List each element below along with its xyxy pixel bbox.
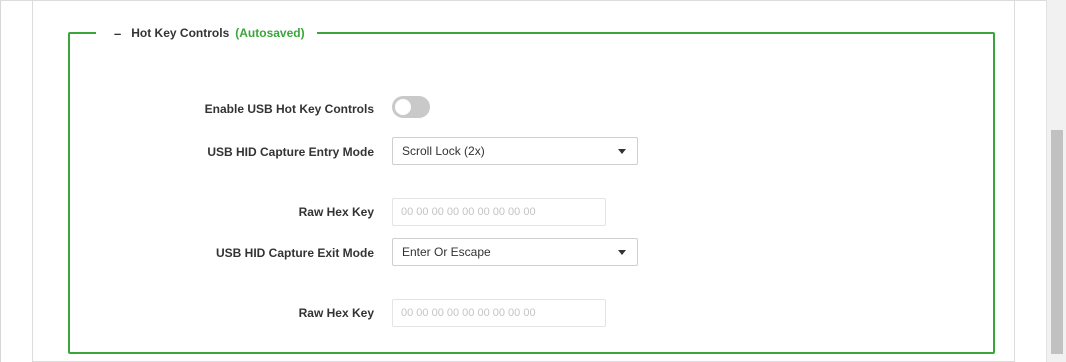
section-title: Hot Key Controls: [131, 26, 230, 40]
entry-mode-value: Scroll Lock (2x): [402, 144, 485, 158]
scrollbar-thumb[interactable]: [1051, 130, 1063, 354]
minus-icon[interactable]: –: [114, 26, 121, 41]
toggle-knob: [395, 99, 411, 115]
frame-top-rule: [0, 0, 1066, 1]
entry-mode-label: USB HID Capture Entry Mode: [207, 145, 374, 159]
autosaved-status: (Autosaved): [235, 26, 305, 40]
exit-mode-select[interactable]: Enter Or Escape: [392, 238, 638, 266]
exit-raw-hex-input[interactable]: [392, 299, 606, 327]
vertical-scrollbar[interactable]: [1046, 0, 1066, 362]
caret-down-icon: [618, 149, 626, 154]
exit-raw-hex-label: Raw Hex Key: [298, 306, 374, 320]
hotkey-controls-legend[interactable]: – Hot Key Controls (Autosaved): [96, 22, 317, 44]
content-right-border: [1014, 0, 1015, 362]
entry-mode-select[interactable]: Scroll Lock (2x): [392, 137, 638, 165]
content-left-border: [32, 0, 33, 362]
entry-raw-hex-label: Raw Hex Key: [298, 205, 374, 219]
frame-left-edge: [0, 0, 1, 362]
exit-mode-label: USB HID Capture Exit Mode: [215, 246, 374, 260]
entry-raw-hex-input[interactable]: [392, 198, 606, 226]
enable-usb-hotkey-label: Enable USB Hot Key Controls: [204, 102, 374, 116]
enable-usb-hotkey-toggle[interactable]: [392, 96, 430, 118]
caret-down-icon: [618, 250, 626, 255]
exit-mode-value: Enter Or Escape: [402, 245, 491, 259]
